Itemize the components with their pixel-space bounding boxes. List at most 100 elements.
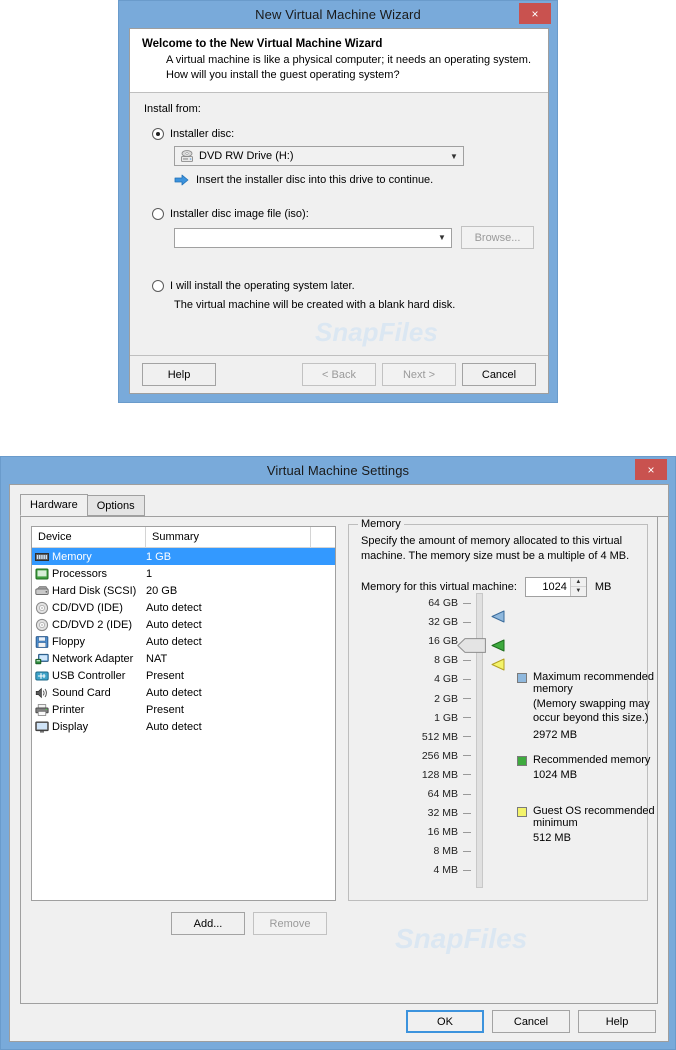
memory-scale-tick-mark	[463, 678, 471, 680]
device-list[interactable]: Device Summary Memory 1 GB Processors 1 Hard…	[31, 526, 336, 901]
memory-scale-tick: 64 GB	[361, 597, 471, 609]
wizard-close-button[interactable]: ×	[519, 3, 551, 24]
wizard-next-button[interactable]: Next >	[382, 363, 456, 386]
memory-scale-tick-mark	[463, 812, 471, 814]
tab-hardware[interactable]: Hardware	[20, 494, 88, 516]
device-row-summary: Auto detect	[146, 720, 202, 733]
device-row-floppy[interactable]: Floppy Auto detect	[32, 633, 335, 650]
legend-recommended-memory: Recommended memory 1024 MB	[517, 754, 657, 782]
wizard-titlebar: New Virtual Machine Wizard ×	[119, 1, 557, 28]
memory-scale-tick: 4 MB	[361, 864, 471, 876]
marker-maximum-recommended	[491, 610, 505, 623]
device-row-usb-controller[interactable]: USB Controller Present	[32, 667, 335, 684]
legend-value-recommended: 1024 MB	[533, 769, 578, 781]
iso-path-combobox[interactable]: ▼	[174, 227, 452, 248]
installer-disc-combobox[interactable]: DVD RW Drive (H:) ▼	[174, 146, 464, 167]
device-row-summary: Auto detect	[146, 686, 202, 699]
memory-scale-tick-mark	[463, 621, 471, 623]
settings-title: Virtual Machine Settings	[266, 463, 410, 478]
stepper-down-icon[interactable]: ▼	[571, 587, 586, 596]
memory-field-label: Memory for this virtual machine:	[361, 580, 517, 593]
memory-groupbox: Memory Specify the amount of memory allo…	[348, 518, 655, 954]
column-header-device[interactable]: Device	[32, 527, 146, 547]
usb-icon	[35, 669, 49, 683]
device-row-summary: Auto detect	[146, 618, 202, 631]
settings-footer: OK Cancel Help	[10, 1002, 668, 1041]
display-icon	[35, 720, 49, 734]
wizard-cancel-button[interactable]: Cancel	[462, 363, 536, 386]
memory-scale-tick: 8 MB	[361, 845, 471, 857]
memory-value[interactable]: 1024	[526, 581, 570, 593]
memory-scale-tick: 16 MB	[361, 826, 471, 838]
device-row-name: Network Adapter	[32, 652, 146, 666]
tab-options[interactable]: Options	[86, 495, 145, 516]
cddvd-icon	[35, 618, 49, 632]
legend-maximum-recommended-memory: Maximum recommended memory (Memory swapp…	[517, 671, 657, 742]
wizard-back-button[interactable]: < Back	[302, 363, 376, 386]
device-row-name-label: USB Controller	[52, 669, 126, 682]
remove-device-button[interactable]: Remove	[253, 912, 327, 935]
memory-scale-tick: 1 GB	[361, 712, 471, 724]
stepper-up-icon[interactable]: ▲	[570, 578, 586, 588]
ok-button[interactable]: OK	[406, 1010, 484, 1033]
memory-scale-tick: 64 MB	[361, 788, 471, 800]
memory-scale-tick-mark	[463, 698, 471, 699]
memory-scale-tick: 256 MB	[361, 750, 471, 762]
device-row-name: Hard Disk (SCSI)	[32, 584, 146, 598]
settings-help-button[interactable]: Help	[578, 1010, 656, 1033]
memory-stepper-arrows[interactable]: ▲ ▼	[569, 577, 586, 596]
settings-tabstrip: Hardware Options	[20, 494, 668, 517]
device-row-name-label: Display	[52, 720, 89, 733]
chevron-down-icon[interactable]: ▼	[433, 229, 451, 247]
add-device-button[interactable]: Add...	[171, 912, 245, 935]
memory-scale-tick-label: 32 GB	[428, 616, 458, 629]
memory-scale-tick-label: 256 MB	[421, 749, 458, 762]
memory-scale-tick-label: 32 MB	[427, 807, 458, 820]
network-adapter-icon	[35, 652, 49, 666]
memory-slider-scale: 64 GB 32 GB 16 GB 8 GB 4 GB 2 GB 1 GB 512 MB 256…	[361, 597, 471, 883]
device-row-display[interactable]: Display Auto detect	[32, 718, 335, 735]
memory-field-row: Memory for this virtual machine: 1024 ▲ …	[361, 576, 637, 597]
radio-installer-iso-icon[interactable]	[152, 208, 164, 221]
cddvd-icon	[35, 601, 49, 615]
legend-value-max: 2972 MB	[533, 728, 578, 741]
device-row-printer[interactable]: Printer Present	[32, 701, 335, 718]
device-row-sound-card[interactable]: Sound Card Auto detect	[32, 684, 335, 701]
device-row-hard-disk-scsi[interactable]: Hard Disk (SCSI) 20 GB	[32, 582, 335, 599]
wizard-help-button[interactable]: Help	[142, 363, 216, 386]
memory-slider-thumb[interactable]	[457, 638, 486, 653]
memory-scale-tick-label: 512 MB	[421, 730, 458, 743]
device-row-cd-dvd-2-ide[interactable]: CD/DVD 2 (IDE) Auto detect	[32, 616, 335, 633]
install-later-sublabel: The virtual machine will be created with…	[174, 299, 456, 312]
settings-close-button[interactable]: ×	[635, 459, 667, 480]
memory-scale-tick-label: 8 MB	[433, 845, 458, 858]
device-row-network-adapter[interactable]: Network Adapter NAT	[32, 650, 335, 667]
option-install-later[interactable]: I will install the operating system late…	[152, 280, 534, 293]
option-installer-disc-label: Installer disc:	[170, 128, 235, 141]
radio-installer-disc-icon[interactable]	[152, 128, 164, 141]
device-row-cd-dvd-ide[interactable]: CD/DVD (IDE) Auto detect	[32, 599, 335, 616]
device-row-processors[interactable]: Processors 1	[32, 565, 335, 582]
device-row-summary: 1	[146, 567, 153, 580]
option-installer-iso[interactable]: Installer disc image file (iso):	[152, 208, 534, 221]
memory-scale-tick-label: 128 MB	[421, 768, 458, 781]
option-installer-disc[interactable]: Installer disc:	[152, 128, 534, 141]
installer-disc-combobox-value: DVD RW Drive (H:)	[199, 150, 294, 163]
memory-value-stepper[interactable]: 1024 ▲ ▼	[524, 576, 587, 597]
memory-scale-tick: 4 GB	[361, 673, 471, 685]
memory-scale-tick-label: 64 MB	[427, 788, 458, 800]
device-row-memory[interactable]: Memory 1 GB	[32, 548, 335, 565]
browse-button[interactable]: Browse...	[461, 226, 534, 250]
memory-scale-tick-label: 8 GB	[434, 654, 458, 667]
chevron-down-icon[interactable]: ▼	[445, 147, 463, 165]
floppy-icon	[35, 635, 49, 649]
legend-value-guest-min: 512 MB	[533, 832, 571, 844]
memory-scale-tick-mark	[463, 755, 471, 757]
column-header-summary[interactable]: Summary	[146, 527, 311, 547]
radio-install-later-icon[interactable]	[152, 280, 164, 293]
memory-group-title: Memory	[358, 518, 404, 530]
printer-icon	[35, 703, 49, 717]
device-row-name: Processors	[32, 567, 146, 581]
device-row-name: CD/DVD (IDE)	[32, 601, 146, 615]
settings-cancel-button[interactable]: Cancel	[492, 1010, 570, 1033]
